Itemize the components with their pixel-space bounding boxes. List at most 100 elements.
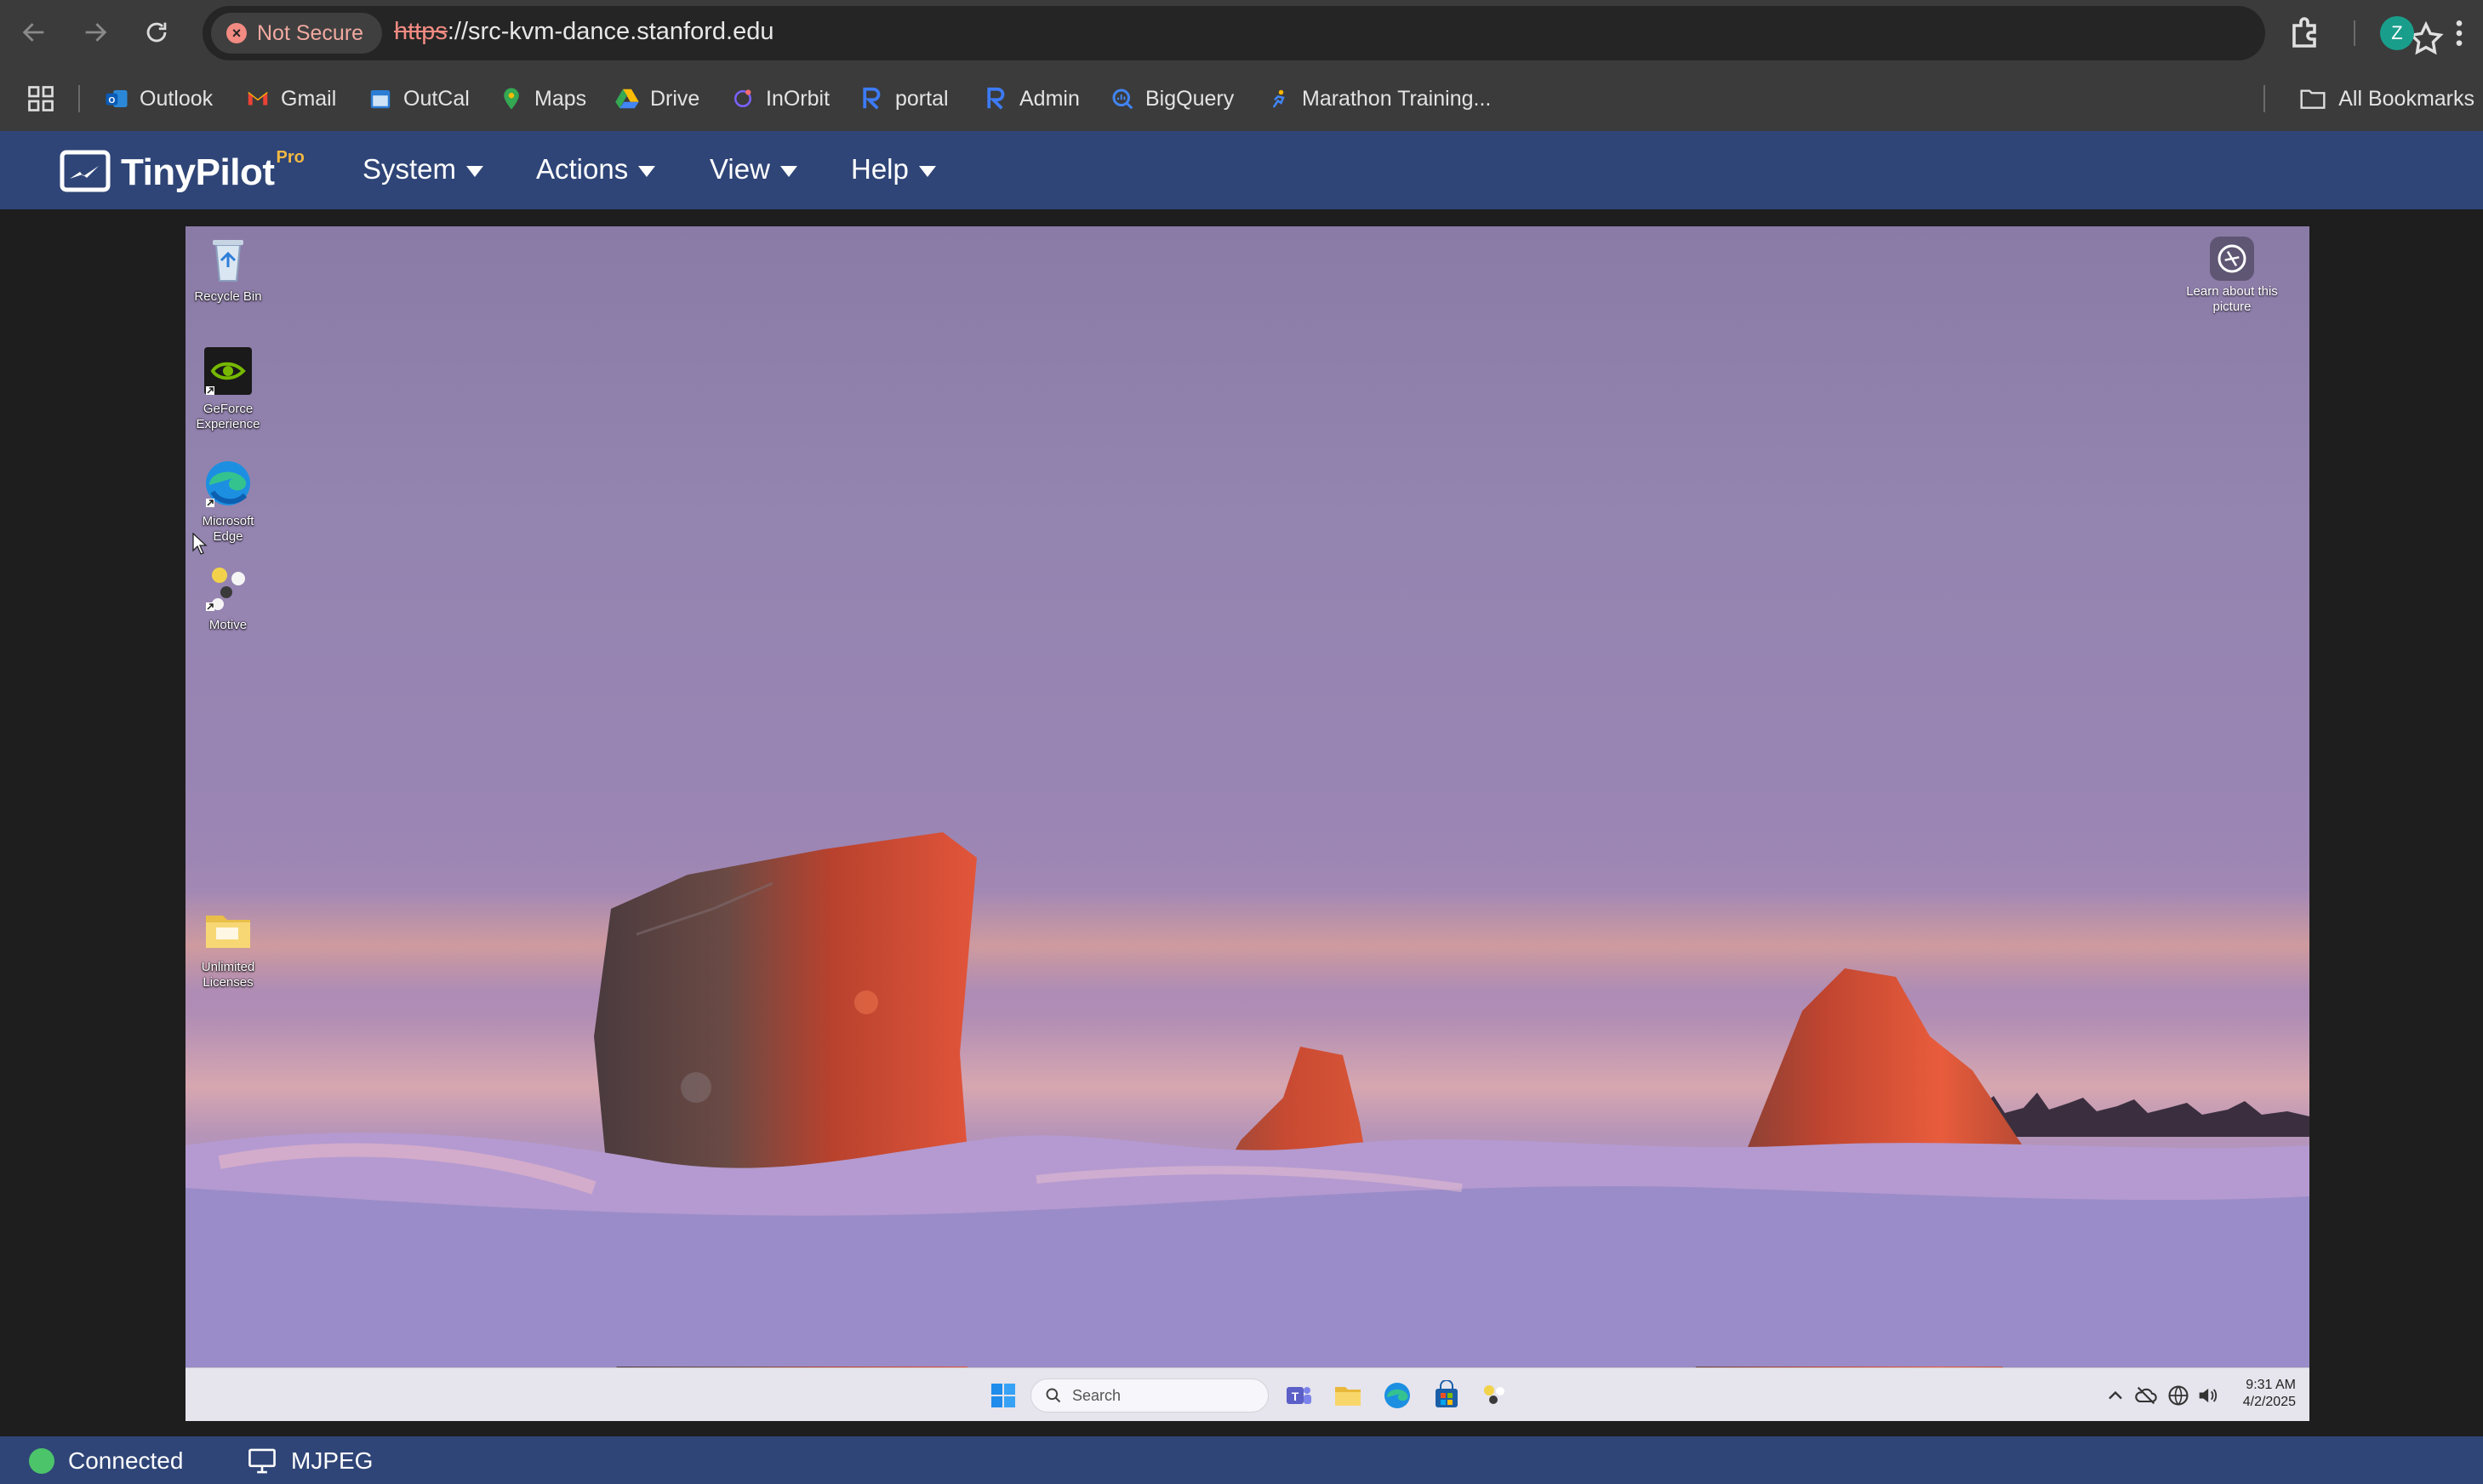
menu-label: Actions: [536, 153, 629, 185]
desktop-icon-geforce[interactable]: GeForce Experience: [186, 344, 271, 432]
caret-down-icon: [638, 165, 656, 177]
folder-icon: [206, 916, 250, 948]
calendar-icon: [370, 90, 391, 109]
url-text[interactable]: https://src-kvm-dance.stanford.edu: [394, 18, 773, 46]
bookmark-outcal[interactable]: OutCal: [368, 82, 470, 116]
menu-actions[interactable]: Actions: [536, 153, 656, 186]
profile-avatar[interactable]: Z: [2380, 16, 2414, 50]
snow-field: [186, 1133, 2309, 1367]
stream-mode[interactable]: MJPEG: [247, 1444, 373, 1478]
edge-browser-icon: [206, 461, 250, 507]
bookmark-admin[interactable]: Admin: [984, 82, 1080, 116]
windows-start-icon[interactable]: [990, 1382, 1017, 1409]
bookmark-label: Maps: [534, 86, 587, 111]
edge-taskbar-icon[interactable]: [1382, 1380, 1413, 1411]
desktop-icon-edge[interactable]: Microsoft Edge: [186, 456, 271, 545]
runner-icon: [1268, 88, 1290, 110]
desktop-icon-label: Recycle Bin: [194, 289, 262, 304]
apps-grid-icon[interactable]: [26, 83, 56, 114]
r-logo-icon: [863, 87, 881, 110]
bookmark-label: portal: [895, 86, 949, 111]
bookmarks-divider: [78, 85, 80, 112]
connection-status-label: Connected: [68, 1447, 184, 1474]
tinypilot-header: TinyPilot Pro System Actions View Help: [0, 131, 2483, 209]
chevron-up-icon[interactable]: [2103, 1384, 2127, 1407]
bookmark-drive[interactable]: Drive: [614, 82, 699, 116]
bookmark-marathon[interactable]: Marathon Training...: [1266, 82, 1491, 116]
taskbar-clock[interactable]: 9:31 AM 4/2/2025: [2228, 1377, 2296, 1411]
back-button[interactable]: [12, 10, 56, 54]
bookmark-label: Drive: [650, 86, 700, 111]
gmail-icon: [248, 92, 268, 106]
bookmark-label: Outlook: [140, 86, 214, 111]
bookmark-label: BigQuery: [1145, 86, 1235, 111]
motive-taskbar-icon[interactable]: [1479, 1380, 1510, 1411]
r-logo-icon: [987, 87, 1005, 110]
microsoft-store-icon[interactable]: [1431, 1380, 1462, 1411]
clock-date: 4/2/2025: [2242, 1395, 2296, 1409]
security-chip[interactable]: × Not Secure: [211, 13, 383, 54]
bookmark-inorbit[interactable]: InOrbit: [730, 82, 830, 116]
caret-down-icon: [779, 165, 797, 177]
address-bar[interactable]: × Not Secure https://src-kvm-dance.stanf…: [203, 6, 2444, 60]
reload-icon: [146, 22, 167, 43]
bookmarks-bar: O Outlook Gmail OutCal Maps Drive InOrbi…: [0, 66, 2483, 131]
toolbar-divider: [2354, 20, 2355, 46]
network-globe-icon[interactable]: [2166, 1384, 2190, 1407]
menu-label: View: [710, 153, 770, 185]
file-explorer-icon[interactable]: [1333, 1380, 1363, 1411]
folder-icon: [2300, 89, 2326, 109]
all-bookmarks-button[interactable]: All Bookmarks: [2299, 82, 2474, 116]
bookmarks-divider: [2263, 85, 2265, 112]
onedrive-offline-icon[interactable]: [2134, 1384, 2158, 1407]
desktop-icon-recycle-bin[interactable]: Recycle Bin: [186, 231, 271, 305]
taskbar-search[interactable]: Search: [1030, 1378, 1269, 1413]
forward-button[interactable]: [73, 10, 117, 54]
desktop-icon-unlimited-licenses[interactable]: Unlimited Licenses: [186, 902, 271, 990]
bookmark-label: Marathon Training...: [1302, 86, 1492, 111]
caret-down-icon: [466, 165, 484, 177]
monitor-icon: [248, 1448, 276, 1474]
bookmark-label: Admin: [1019, 86, 1080, 111]
svg-text:O: O: [108, 96, 115, 106]
bigquery-icon: [1112, 88, 1133, 110]
taskbar-search-placeholder: Search: [1072, 1386, 1122, 1404]
learn-about-picture-button[interactable]: [2210, 237, 2254, 281]
menu-help[interactable]: Help: [851, 153, 936, 186]
learn-about-picture[interactable]: Learn about this picture: [2177, 237, 2287, 315]
connection-indicator-icon: [29, 1448, 54, 1474]
drive-icon: [615, 88, 639, 109]
desktop-icon-label: Unlimited Licenses: [201, 960, 255, 990]
url-scheme: https: [394, 18, 448, 45]
remote-screen[interactable]: Recycle Bin GeForce Experience Microsoft…: [186, 226, 2309, 1421]
desktop-icon-motive[interactable]: Motive: [186, 560, 271, 633]
bookmark-bigquery[interactable]: BigQuery: [1110, 82, 1234, 116]
extensions-icon[interactable]: [2286, 12, 2326, 53]
bookmark-label: InOrbit: [766, 86, 831, 111]
tinypilot-logo[interactable]: TinyPilot Pro: [60, 148, 305, 194]
recycle-bin-icon: [213, 240, 243, 282]
nvidia-icon: [204, 347, 252, 395]
bookmark-portal[interactable]: portal: [859, 82, 949, 116]
teams-icon[interactable]: T: [1283, 1380, 1314, 1411]
caret-down-icon: [918, 165, 936, 177]
search-icon: [1046, 1388, 1061, 1403]
arrow-left-icon: [22, 23, 44, 42]
brand-name: TinyPilot: [121, 151, 275, 193]
menu-system[interactable]: System: [362, 153, 484, 186]
clock-time: 9:31 AM: [2246, 1378, 2296, 1392]
menu-label: Help: [851, 153, 909, 185]
desktop-icon-label: Motive: [208, 618, 248, 632]
bookmark-gmail[interactable]: Gmail: [245, 82, 336, 116]
desktop-icon-label: GeForce Experience: [196, 402, 260, 431]
menu-view[interactable]: View: [710, 153, 797, 186]
reload-button[interactable]: [134, 10, 179, 54]
bookmark-maps[interactable]: Maps: [499, 82, 586, 116]
outlook-icon: O: [106, 90, 128, 107]
more-menu-icon[interactable]: [2442, 14, 2476, 53]
volume-icon[interactable]: [2195, 1384, 2219, 1407]
svg-text:T: T: [1292, 1390, 1299, 1403]
camera-lens-icon: [2218, 244, 2246, 273]
bookmark-outlook[interactable]: O Outlook: [104, 82, 213, 116]
tinypilot-status-bar: Connected MJPEG: [0, 1436, 2483, 1484]
